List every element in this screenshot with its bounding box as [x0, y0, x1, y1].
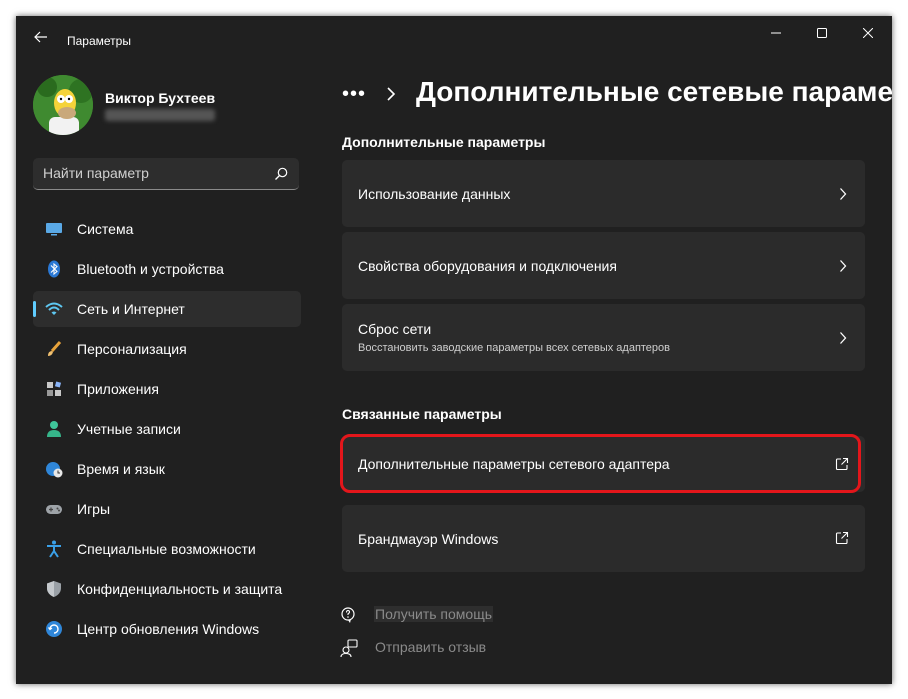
chevron-right-icon [387, 87, 396, 101]
sidebar-item-system[interactable]: Система [33, 211, 301, 247]
sidebar-item-accessibility[interactable]: Специальные возможности [33, 531, 301, 567]
external-link-icon [835, 531, 849, 545]
sidebar-item-label: Игры [77, 501, 111, 517]
section-heading-related: Связанные параметры [342, 406, 502, 422]
send-feedback-link[interactable]: Отправить отзыв [374, 639, 487, 655]
sidebar-item-label: Система [77, 221, 134, 237]
sidebar-item-bluetooth[interactable]: Bluetooth и устройства [33, 251, 301, 287]
feedback-icon [340, 639, 358, 657]
apps-icon [45, 380, 63, 398]
sidebar-item-gaming[interactable]: Игры [33, 491, 301, 527]
breadcrumb-more-button[interactable]: ••• [342, 83, 372, 106]
person-icon [45, 420, 63, 438]
sidebar-item-label: Сеть и Интернет [77, 301, 185, 317]
search-icon[interactable] [273, 166, 289, 182]
brush-icon [45, 340, 63, 358]
close-button[interactable] [845, 16, 891, 50]
breadcrumb: ••• [342, 74, 396, 114]
sidebar-item-network[interactable]: Сеть и Интернет [33, 291, 301, 327]
card-subtitle: Восстановить заводские параметры всех се… [358, 342, 671, 354]
avatar[interactable] [33, 75, 93, 135]
avatar-image [33, 75, 93, 135]
get-help-link[interactable]: Получить помощь [374, 606, 494, 622]
back-button[interactable] [28, 24, 54, 50]
search-input[interactable] [43, 158, 263, 188]
card-hardware-properties[interactable]: Свойства оборудования и подключения [342, 232, 865, 299]
back-arrow-icon [34, 31, 47, 43]
sidebar-item-apps[interactable]: Приложения [33, 371, 301, 407]
minimize-button[interactable] [753, 16, 799, 50]
sidebar-item-time-language[interactable]: Время и язык [33, 451, 301, 487]
card-title: Использование данных [358, 186, 511, 202]
app-title: Параметры [67, 34, 131, 48]
card-title: Брандмауэр Windows [358, 531, 499, 547]
card-data-usage[interactable]: Использование данных [342, 160, 865, 227]
help-chat-icon [341, 607, 355, 623]
bluetooth-icon [45, 260, 63, 278]
maximize-button[interactable] [799, 16, 845, 50]
card-title: Сброс сети [358, 321, 432, 337]
sidebar-item-label: Bluetooth и устройства [77, 261, 224, 277]
accessibility-icon [45, 540, 63, 558]
sidebar-item-label: Персонализация [77, 341, 187, 357]
chevron-right-icon [840, 188, 847, 200]
sidebar-item-label: Приложения [77, 381, 159, 397]
sidebar-item-personalization[interactable]: Персонализация [33, 331, 301, 367]
maximize-icon [817, 28, 827, 38]
search-box[interactable] [33, 158, 299, 190]
sidebar-item-label: Центр обновления Windows [77, 621, 260, 637]
get-help-row[interactable]: Получить помощь [340, 603, 494, 627]
highlight-frame [340, 434, 861, 493]
title-bar: Параметры [16, 16, 892, 56]
close-icon [863, 28, 873, 38]
card-network-reset[interactable]: Сброс сети Восстановить заводские параме… [342, 304, 865, 371]
display-icon [45, 220, 63, 238]
user-name: Виктор Бухтеев [105, 90, 216, 106]
chevron-right-icon [840, 332, 847, 344]
page-title: Дополнительные сетевые параметры [416, 76, 892, 107]
sidebar-nav: Система Bluetooth и устройства Сеть и Ин… [33, 211, 301, 651]
sidebar-item-label: Учетные записи [77, 421, 181, 437]
settings-window: Параметры Виктор Бухтеев Найти параметр … [16, 16, 892, 684]
update-icon [45, 620, 63, 638]
card-title: Свойства оборудования и подключения [358, 258, 617, 274]
gamepad-icon [45, 500, 63, 518]
globe-clock-icon [45, 460, 63, 478]
sidebar-item-label: Специальные возможности [77, 541, 256, 557]
minimize-icon [771, 32, 781, 34]
chevron-right-icon [840, 260, 847, 272]
sidebar-item-label: Время и язык [77, 461, 165, 477]
feedback-row[interactable]: Отправить отзыв [340, 636, 486, 660]
sidebar-item-accounts[interactable]: Учетные записи [33, 411, 301, 447]
wifi-icon [45, 300, 63, 318]
user-email-redacted [105, 109, 215, 121]
sidebar-item-windows-update[interactable]: Центр обновления Windows [33, 611, 301, 647]
sidebar-item-label: Конфиденциальность и защита [77, 581, 283, 597]
card-windows-firewall[interactable]: Брандмауэр Windows [342, 505, 865, 572]
shield-icon [45, 580, 63, 598]
section-heading-advanced: Дополнительные параметры [342, 134, 546, 150]
sidebar-item-privacy[interactable]: Конфиденциальность и защита [33, 571, 301, 607]
